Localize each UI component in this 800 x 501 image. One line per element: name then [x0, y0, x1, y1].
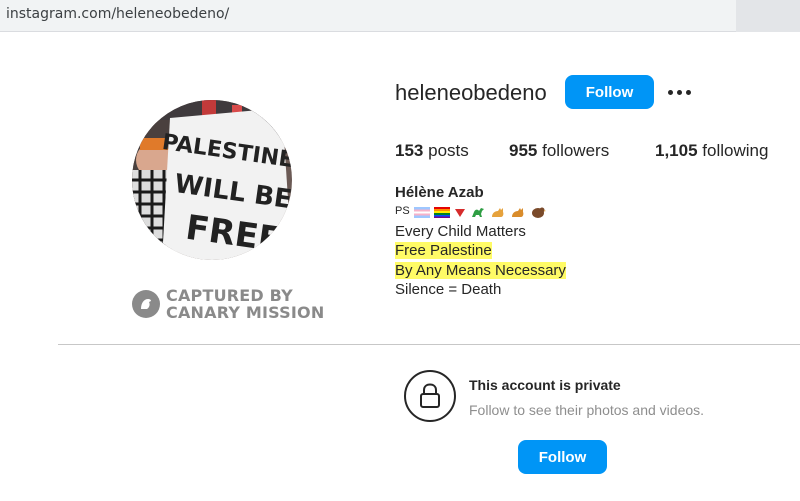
following-stat[interactable]: 1,105 following	[655, 141, 768, 161]
private-account-subtitle: Follow to see their photos and videos.	[469, 402, 705, 418]
canary-mission-watermark: CAPTURED BY CANARY MISSION	[132, 287, 324, 321]
rainbow-flag-icon	[433, 206, 450, 218]
browser-address-bar[interactable]: instagram.com/heleneobedeno/	[0, 0, 800, 32]
followers-stat[interactable]: 955 followers	[509, 141, 609, 161]
profile-avatar[interactable]: PALESTINE WILL BE FREE	[132, 100, 292, 260]
flag-icon	[413, 206, 430, 218]
bird-icon	[531, 207, 546, 218]
canary-bird-icon	[132, 290, 160, 318]
more-options-icon[interactable]	[665, 80, 693, 104]
bio-line-2-highlighted: Free Palestine	[395, 242, 492, 259]
follow-button-bottom[interactable]: Follow	[518, 440, 607, 474]
private-account-title: This account is private	[469, 377, 621, 393]
profile-bio: Hélène Azab PS Every Child Matters Free …	[395, 183, 566, 300]
browser-toolbar-area	[736, 0, 800, 32]
following-count: 1,105	[655, 141, 698, 160]
avatar-image: PALESTINE WILL BE FREE	[132, 100, 292, 260]
lock-icon	[404, 370, 456, 422]
cat-icon	[491, 208, 504, 217]
red-triangle-icon	[454, 208, 465, 217]
bio-emoji-line: PS	[395, 203, 566, 222]
followers-count: 955	[509, 141, 538, 160]
follow-button[interactable]: Follow	[565, 75, 654, 109]
bio-line-3-highlighted: By Any Means Necessary	[395, 261, 566, 279]
posts-stat: 153 posts	[395, 141, 469, 161]
watermark-line1: CAPTURED BY	[166, 286, 293, 305]
posts-count: 153	[395, 141, 424, 160]
profile-username: heleneobedeno	[395, 80, 547, 105]
bio-line-4: Silence = Death	[395, 281, 502, 298]
bio-emoji-prefix: PS	[395, 205, 410, 218]
dinosaur-icon	[471, 208, 484, 217]
posts-label: posts	[428, 141, 469, 160]
followers-label: followers	[542, 141, 610, 160]
url-text[interactable]: instagram.com/heleneobedeno/	[6, 6, 229, 22]
watermark-line2: CANARY MISSION	[166, 303, 325, 322]
bio-line-1: Every Child Matters	[395, 222, 526, 240]
bio-full-name: Hélène Azab	[395, 184, 484, 201]
following-label: following	[702, 141, 769, 160]
section-divider	[58, 344, 800, 345]
cat-icon	[511, 208, 524, 217]
